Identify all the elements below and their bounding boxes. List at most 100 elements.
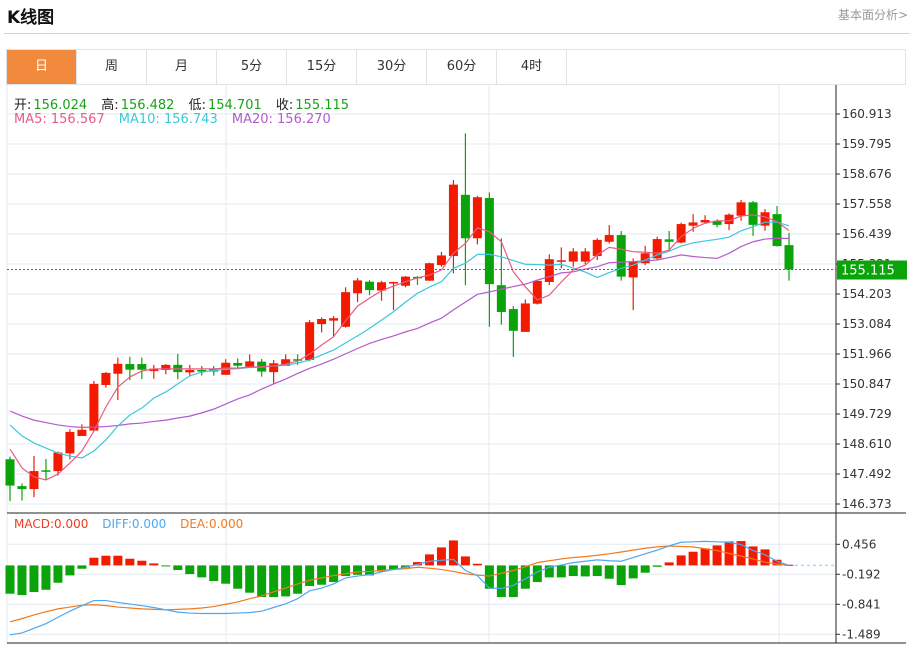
candle-body	[137, 364, 147, 370]
ma10-line	[9, 221, 790, 459]
candle	[353, 277, 363, 303]
macd-bar	[712, 545, 722, 566]
candle	[508, 306, 518, 357]
candle	[760, 209, 770, 231]
candle	[532, 280, 542, 305]
macd-readout: MACD:0.000 DIFF:0.000 DEA:0.000	[14, 517, 245, 531]
candle	[448, 180, 458, 274]
price-tick-label: 160.913	[842, 107, 892, 121]
candle-body	[736, 202, 746, 216]
close-value: 155.115	[295, 98, 350, 113]
ma5-line	[9, 214, 790, 481]
macd-bar	[628, 565, 638, 579]
candle-body	[17, 486, 27, 490]
candle	[748, 200, 758, 236]
price-tick-label: 147.492	[842, 467, 892, 481]
diff-line	[9, 540, 790, 636]
candle	[365, 280, 375, 296]
candle	[53, 451, 63, 476]
macd-bar	[305, 565, 315, 587]
macd-tick-label: 0.456	[842, 537, 876, 551]
candle-body	[784, 245, 794, 270]
price-tick-label: 153.084	[842, 317, 892, 331]
macd-bar	[329, 565, 339, 583]
macd-bar	[317, 565, 327, 585]
candle	[77, 424, 87, 436]
candle-body	[125, 364, 135, 370]
candle	[688, 214, 698, 232]
candle-body	[556, 260, 566, 262]
low-label: 低:	[188, 98, 206, 113]
candle-body	[65, 431, 75, 454]
macd-bar	[424, 554, 434, 566]
macd-tick-label: -0.192	[842, 567, 881, 581]
candle	[520, 299, 530, 332]
price-tick-label: 150.847	[842, 377, 892, 391]
high-label: 高:	[101, 98, 119, 113]
candle-body	[544, 259, 554, 282]
candle-body	[233, 362, 243, 366]
price-tick-label: 154.203	[842, 287, 892, 301]
candle	[269, 360, 279, 385]
candle	[329, 316, 339, 337]
low-value: 154.701	[207, 98, 262, 113]
macd-tick-label: -0.841	[842, 597, 881, 611]
candle-body	[5, 459, 15, 486]
macd-bar	[556, 565, 566, 578]
high-value: 156.482	[120, 98, 175, 113]
macd-value: MACD:0.000	[14, 517, 89, 531]
candle	[149, 364, 159, 379]
macd-bar	[592, 565, 602, 577]
open-label: 开:	[14, 98, 32, 113]
candle-body	[688, 222, 698, 226]
candle-body	[772, 214, 782, 247]
candle	[17, 483, 27, 501]
candle	[185, 364, 195, 376]
candle-body	[484, 198, 494, 285]
candle-body	[568, 251, 578, 262]
last-price-label: 155.115	[841, 264, 895, 279]
macd-bar	[5, 565, 15, 594]
macd-bar	[221, 565, 231, 584]
candle-body	[317, 319, 327, 325]
candle-body	[269, 363, 279, 373]
macd-bar	[89, 557, 99, 566]
candle-body	[748, 202, 758, 225]
candle-body	[353, 280, 363, 294]
macd-bar	[472, 563, 482, 566]
macd-bar	[245, 565, 255, 593]
candle-body	[389, 281, 399, 284]
candle-body	[53, 452, 63, 472]
price-tick-label: 148.610	[842, 437, 892, 451]
macd-bar	[353, 565, 363, 575]
macd-bar	[197, 565, 207, 578]
candle-body	[580, 251, 590, 262]
macd-bar	[496, 565, 506, 598]
price-tick-label: 159.795	[842, 137, 892, 151]
macd-bar	[460, 556, 470, 566]
candle	[317, 317, 327, 333]
macd-bar	[688, 551, 698, 566]
close-label: 收:	[275, 98, 294, 113]
candle-body	[616, 235, 626, 277]
candle-body	[329, 318, 339, 321]
candle	[592, 238, 602, 260]
candle-body	[101, 372, 111, 385]
candle	[616, 231, 626, 281]
macd-bar	[65, 565, 75, 576]
candle-body	[424, 263, 434, 281]
price-tick-label: 156.439	[842, 227, 892, 241]
candle	[305, 320, 315, 362]
macd-bar	[53, 565, 63, 583]
macd-tick-label: -1.489	[842, 627, 881, 641]
macd-bar	[664, 562, 674, 566]
ohlc-readout: 开: 156.024 高: 156.482 低: 154.701 收: 155.115	[14, 94, 359, 113]
candle-body	[520, 303, 530, 332]
candle	[784, 232, 794, 281]
macd-bar	[161, 565, 171, 567]
macd-bar	[29, 565, 39, 593]
candle	[233, 358, 243, 369]
candle	[197, 365, 207, 376]
macd-bar	[125, 558, 135, 566]
macd-bar	[185, 565, 195, 575]
